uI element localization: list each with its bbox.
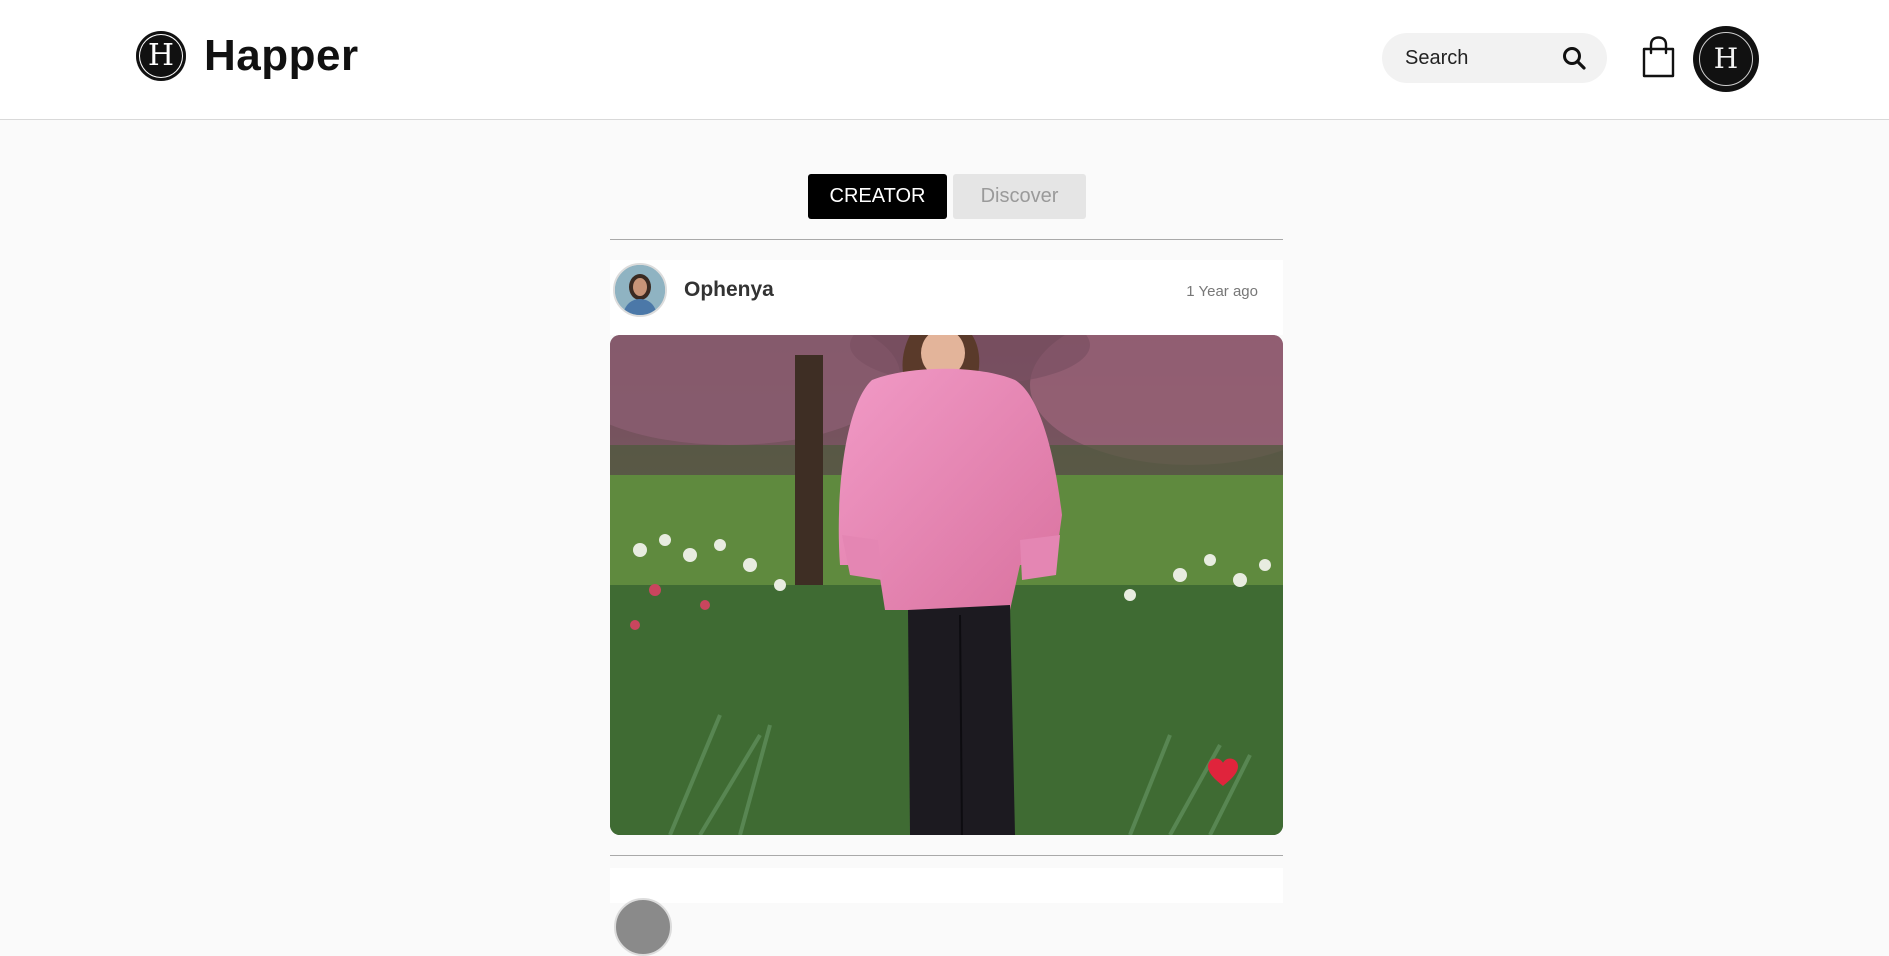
- post-header: Ophenya 1 Year ago: [610, 260, 1283, 335]
- brand-logo[interactable]: H Happer: [136, 31, 359, 81]
- post-photo[interactable]: [610, 335, 1283, 835]
- search-input[interactable]: Search: [1382, 33, 1607, 83]
- next-author-avatar[interactable]: [614, 898, 672, 956]
- post-timestamp: 1 Year ago: [1186, 283, 1258, 300]
- brand-name: Happer: [204, 31, 359, 80]
- brand-mark-letter: H: [147, 38, 175, 73]
- profile-avatar-icon[interactable]: H: [1695, 28, 1757, 90]
- feed-divider-top: [610, 239, 1283, 240]
- heart-icon[interactable]: [1206, 757, 1240, 787]
- author-name[interactable]: Ophenya: [684, 278, 774, 302]
- shopping-bag-icon[interactable]: [1641, 36, 1676, 78]
- post-photo-illustration: [610, 335, 1283, 835]
- feed-post: Ophenya 1 Year ago: [610, 260, 1283, 835]
- search-placeholder: Search: [1405, 46, 1469, 69]
- author-avatar[interactable]: [613, 263, 667, 317]
- feed-tabs: CREATOR Discover: [808, 174, 1086, 219]
- author-avatar-photo: [615, 265, 665, 315]
- top-header: H Happer Search H: [0, 0, 1889, 120]
- feed-post-next: [610, 868, 1283, 956]
- profile-avatar-letter: H: [1713, 42, 1739, 75]
- tab-creator[interactable]: CREATOR: [808, 174, 947, 219]
- search-icon[interactable]: [1561, 45, 1587, 71]
- tab-discover[interactable]: Discover: [953, 174, 1086, 219]
- feed-divider-bottom: [610, 855, 1283, 856]
- brand-mark-icon: H: [136, 31, 186, 81]
- profile-avatar-ring: H: [1699, 32, 1753, 86]
